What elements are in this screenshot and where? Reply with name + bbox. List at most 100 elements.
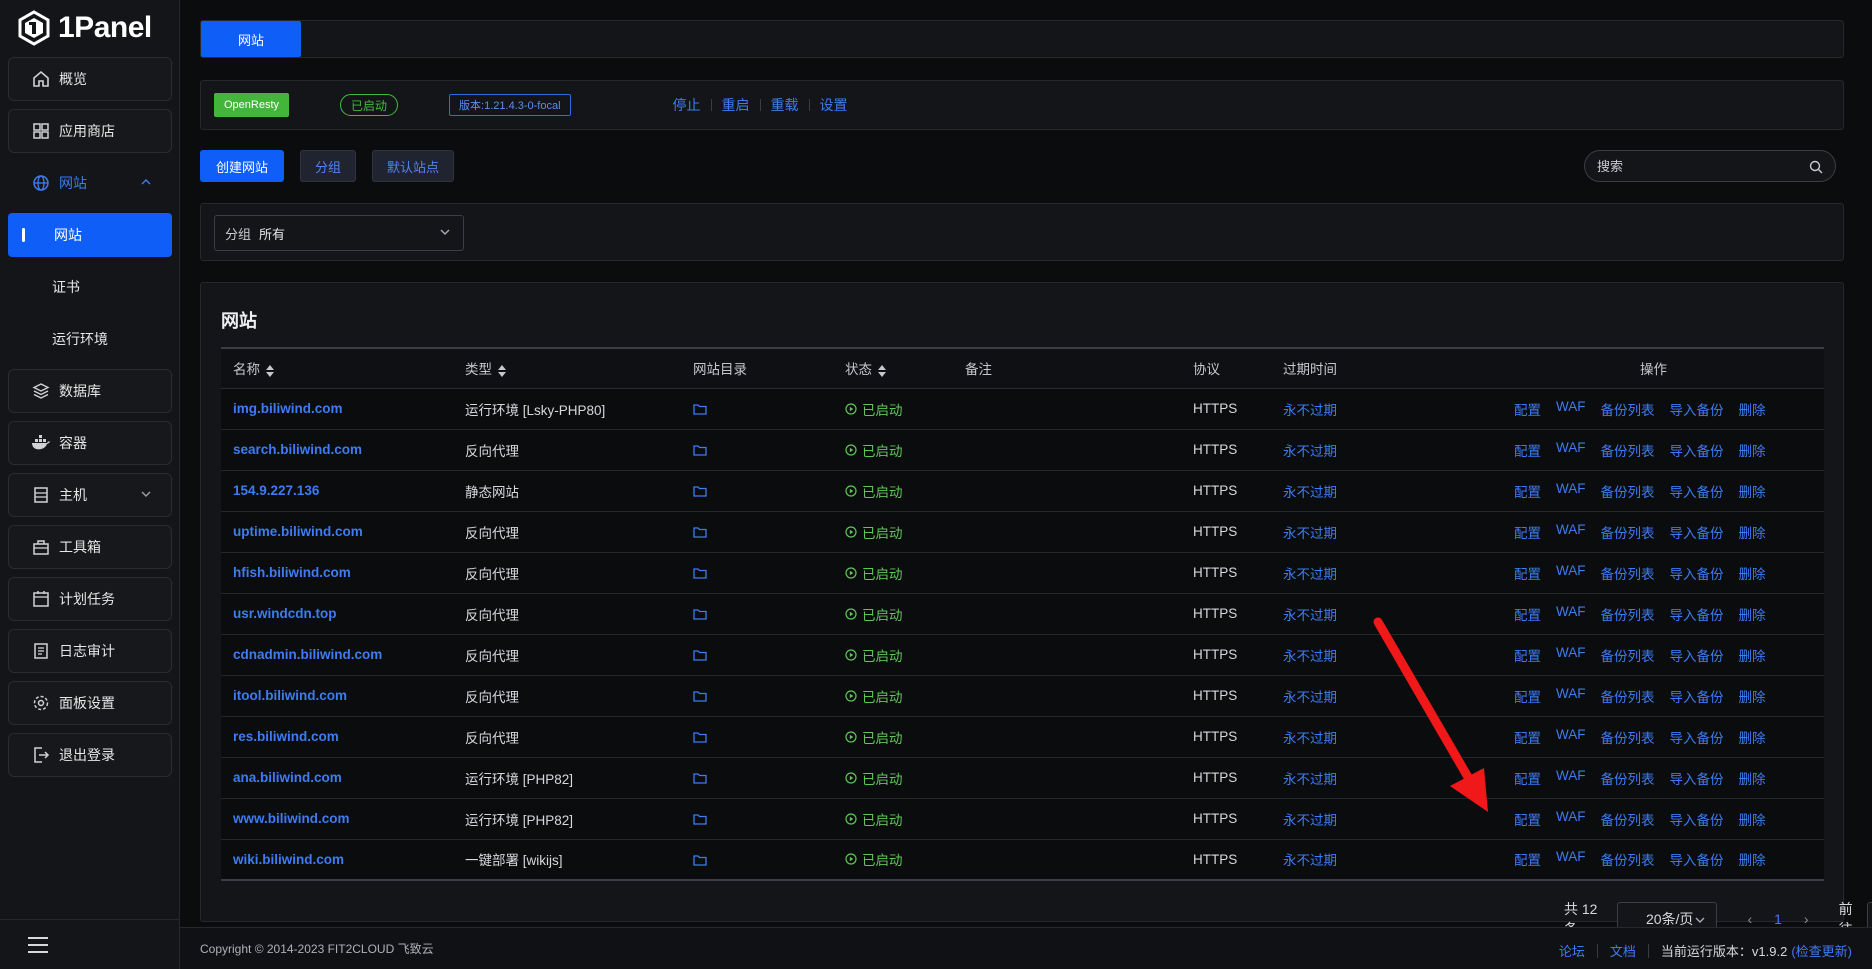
row-action-config-button[interactable]: 配置 [1514,399,1541,419]
sidebar-item-cron[interactable]: 计划任务 [8,577,172,621]
expire-link[interactable]: 永不过期 [1283,853,1337,868]
row-action-import-backup-button[interactable]: 导入备份 [1670,645,1724,665]
prev-page-icon[interactable]: ‹ [1747,911,1752,927]
sidebar-item-website[interactable]: 网站 [8,213,172,257]
status-toggle[interactable]: 已启动 [845,849,903,869]
folder-icon[interactable] [693,812,707,826]
row-action-waf-button[interactable]: WAF [1556,686,1586,706]
next-page-icon[interactable]: › [1804,911,1809,927]
row-action-backup-list-button[interactable]: 备份列表 [1601,399,1655,419]
row-action-import-backup-button[interactable]: 导入备份 [1670,440,1724,460]
site-name-link[interactable]: img.biliwind.com [233,401,343,416]
search-input[interactable] [1597,158,1797,174]
row-action-backup-list-button[interactable]: 备份列表 [1601,522,1655,542]
row-action-waf-button[interactable]: WAF [1556,727,1586,747]
expire-link[interactable]: 永不过期 [1283,772,1337,787]
row-action-import-backup-button[interactable]: 导入备份 [1670,522,1724,542]
sidebar-item-settings[interactable]: 面板设置 [8,681,172,725]
expire-link[interactable]: 永不过期 [1283,403,1337,418]
sidebar-item-app-store[interactable]: 应用商店 [8,109,172,153]
folder-icon[interactable] [693,484,707,498]
status-toggle[interactable]: 已启动 [845,440,903,460]
row-action-config-button[interactable]: 配置 [1514,686,1541,706]
folder-icon[interactable] [693,402,707,416]
sidebar-item-certificate[interactable]: 证书 [8,265,172,309]
collapse-menu-icon[interactable] [28,936,48,953]
site-name-link[interactable]: 154.9.227.136 [233,483,319,498]
row-action-import-backup-button[interactable]: 导入备份 [1670,809,1724,829]
row-action-config-button[interactable]: 配置 [1514,522,1541,542]
row-action-config-button[interactable]: 配置 [1514,563,1541,583]
expire-link[interactable]: 永不过期 [1283,444,1337,459]
check-update-link[interactable]: (检查更新) [1791,941,1852,960]
folder-icon[interactable] [693,607,707,621]
docs-link[interactable]: 文档 [1610,941,1636,960]
expire-link[interactable]: 永不过期 [1283,813,1337,828]
row-action-backup-list-button[interactable]: 备份列表 [1601,604,1655,624]
status-toggle[interactable]: 已启动 [845,563,903,583]
row-action-backup-list-button[interactable]: 备份列表 [1601,849,1655,869]
sidebar-item-database[interactable]: 数据库 [8,369,172,413]
row-action-delete-button[interactable]: 删除 [1739,563,1766,583]
row-action-backup-list-button[interactable]: 备份列表 [1601,686,1655,706]
folder-icon[interactable] [693,648,707,662]
site-name-link[interactable]: www.biliwind.com [233,811,350,826]
row-action-delete-button[interactable]: 删除 [1739,645,1766,665]
restart-button[interactable]: 重启 [722,95,750,115]
column-header-type[interactable]: 类型 [453,347,681,389]
row-action-delete-button[interactable]: 删除 [1739,522,1766,542]
expire-link[interactable]: 永不过期 [1283,690,1337,705]
status-toggle[interactable]: 已启动 [845,809,903,829]
row-action-config-button[interactable]: 配置 [1514,604,1541,624]
row-action-waf-button[interactable]: WAF [1556,809,1586,829]
row-action-waf-button[interactable]: WAF [1556,399,1586,419]
folder-icon[interactable] [693,730,707,744]
row-action-delete-button[interactable]: 删除 [1739,604,1766,624]
row-action-delete-button[interactable]: 删除 [1739,399,1766,419]
row-action-backup-list-button[interactable]: 备份列表 [1601,645,1655,665]
row-action-config-button[interactable]: 配置 [1514,645,1541,665]
forum-link[interactable]: 论坛 [1559,941,1585,960]
status-toggle[interactable]: 已启动 [845,768,903,788]
column-header-name[interactable]: 名称 [221,347,453,389]
column-header-status[interactable]: 状态 [833,347,953,389]
row-action-import-backup-button[interactable]: 导入备份 [1670,686,1724,706]
folder-icon[interactable] [693,525,707,539]
row-action-import-backup-button[interactable]: 导入备份 [1670,727,1724,747]
row-action-import-backup-button[interactable]: 导入备份 [1670,399,1724,419]
row-action-delete-button[interactable]: 删除 [1739,727,1766,747]
row-action-delete-button[interactable]: 删除 [1739,440,1766,460]
row-action-waf-button[interactable]: WAF [1556,563,1586,583]
site-name-link[interactable]: itool.biliwind.com [233,688,347,703]
sort-icon[interactable] [266,364,274,377]
row-action-import-backup-button[interactable]: 导入备份 [1670,481,1724,501]
row-action-import-backup-button[interactable]: 导入备份 [1670,849,1724,869]
site-name-link[interactable]: uptime.biliwind.com [233,524,363,539]
site-name-link[interactable]: hfish.biliwind.com [233,565,351,580]
row-action-config-button[interactable]: 配置 [1514,768,1541,788]
row-action-backup-list-button[interactable]: 备份列表 [1601,563,1655,583]
expire-link[interactable]: 永不过期 [1283,485,1337,500]
status-toggle[interactable]: 已启动 [845,481,903,501]
group-filter-select[interactable]: 分组 所有 [214,215,464,251]
row-action-config-button[interactable]: 配置 [1514,809,1541,829]
row-action-import-backup-button[interactable]: 导入备份 [1670,563,1724,583]
expire-link[interactable]: 永不过期 [1283,526,1337,541]
site-name-link[interactable]: usr.windcdn.top [233,606,337,621]
site-name-link[interactable]: search.biliwind.com [233,442,362,457]
sidebar-item-toolbox[interactable]: 工具箱 [8,525,172,569]
row-action-delete-button[interactable]: 删除 [1739,768,1766,788]
row-action-import-backup-button[interactable]: 导入备份 [1670,604,1724,624]
status-toggle[interactable]: 已启动 [845,727,903,747]
reload-button[interactable]: 重载 [771,95,799,115]
site-name-link[interactable]: res.biliwind.com [233,729,339,744]
sort-icon[interactable] [878,364,886,377]
row-action-delete-button[interactable]: 删除 [1739,481,1766,501]
folder-icon[interactable] [693,689,707,703]
folder-icon[interactable] [693,853,707,867]
group-button[interactable]: 分组 [300,150,357,182]
row-action-waf-button[interactable]: WAF [1556,645,1586,665]
status-toggle[interactable]: 已启动 [845,686,903,706]
create-website-button[interactable]: 创建网站 [200,150,285,182]
default-site-button[interactable]: 默认站点 [372,150,455,182]
